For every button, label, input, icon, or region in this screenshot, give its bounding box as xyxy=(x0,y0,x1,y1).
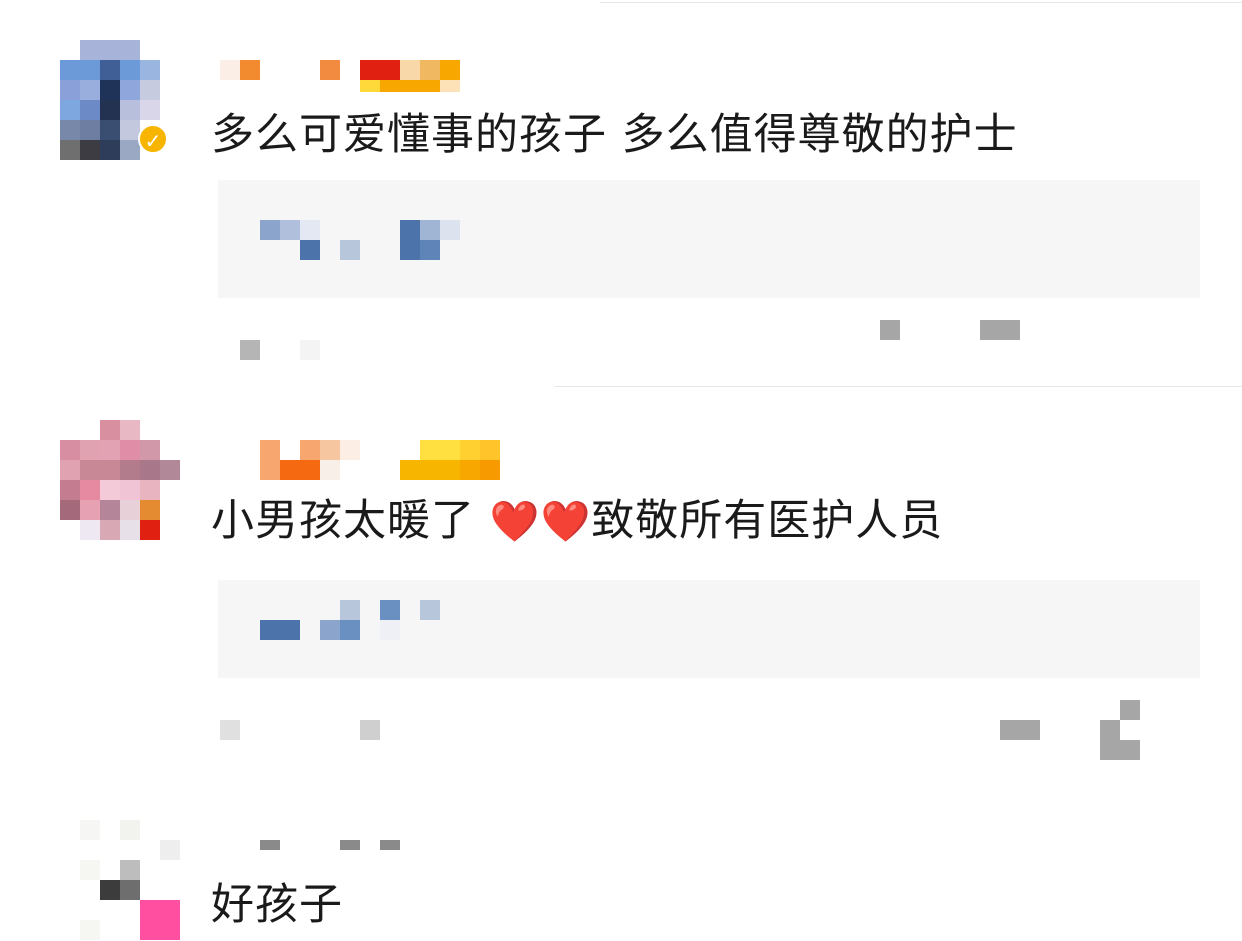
timestamp xyxy=(240,340,260,360)
heart-emoji-icon: ❤️ xyxy=(540,499,592,545)
comment-text-part: 致敬所有医护人员 xyxy=(591,496,944,546)
location xyxy=(360,720,380,740)
like-icon-base xyxy=(1100,740,1140,760)
user-avatar-icon[interactable] xyxy=(60,420,180,540)
user-avatar-icon[interactable] xyxy=(60,820,180,940)
timestamp xyxy=(220,720,240,740)
username[interactable] xyxy=(260,440,500,460)
location xyxy=(300,340,320,360)
reply-icon[interactable] xyxy=(980,320,1020,340)
verified-badge-icon: ✓ xyxy=(138,124,168,154)
top-divider xyxy=(600,2,1242,3)
comment-divider xyxy=(555,386,1242,387)
share-icon[interactable] xyxy=(880,320,900,340)
reply-preview[interactable] xyxy=(218,580,1200,678)
like-icon-base xyxy=(1100,720,1120,740)
like-icon[interactable] xyxy=(1120,700,1140,720)
user-level-badge xyxy=(260,460,500,480)
comment-text: 多么可爱懂事的孩子 多么值得尊敬的护士 xyxy=(211,110,1018,160)
user-level-badge xyxy=(360,80,460,92)
comment-text: 小男孩太暖了 ❤️❤️致敬所有医护人员 xyxy=(211,486,943,548)
share-icon[interactable] xyxy=(1000,720,1040,740)
comment-text: 好孩子 xyxy=(211,880,343,930)
username[interactable] xyxy=(220,60,460,80)
username[interactable] xyxy=(260,840,400,850)
comment-text-part: 小男孩太暖了 xyxy=(211,496,475,546)
reply-preview[interactable] xyxy=(218,180,1200,298)
heart-emoji-icon: ❤️ xyxy=(489,499,541,545)
